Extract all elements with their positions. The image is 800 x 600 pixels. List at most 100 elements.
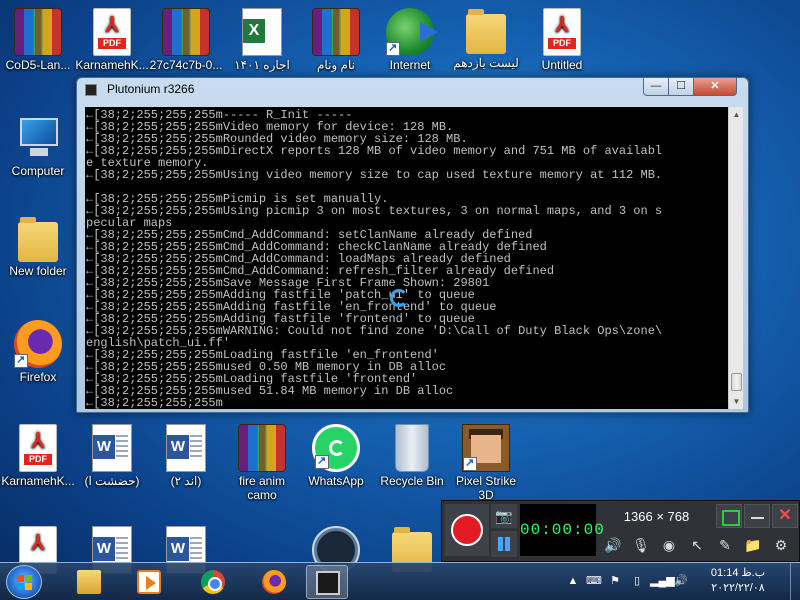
pdf-icon: ⅄ PDF <box>19 424 57 472</box>
desktop-icon-fire-anim[interactable]: fire anim camo <box>224 424 300 502</box>
desktop-icon-label: fire anim camo <box>238 474 285 502</box>
taskbar-app-chrome[interactable] <box>192 565 234 599</box>
console-window[interactable]: Plutonium r3266 — ☐ ✕ ←[38;2;255;255;255… <box>76 77 749 413</box>
speaker-icon[interactable]: 🔊 <box>600 532 626 558</box>
maximize-button[interactable]: ☐ <box>668 78 694 96</box>
console-line: ←[38;2;255;255;255mused 51.84 MB memory … <box>86 385 454 397</box>
console-line: ←[38;2;255;255;255mLoading fastfile 'en_… <box>86 349 439 361</box>
desktop-icon-label: Pixel Strike 3D <box>455 474 517 502</box>
desktop-icon-label: (حضشت ا) <box>84 474 140 488</box>
console-line: ←[38;2;255;255;255m----- R_Init ----- <box>86 109 353 121</box>
scroll-thumb[interactable] <box>731 373 742 391</box>
recorder-minimize-button[interactable] <box>744 504 770 528</box>
desktop-icon-word-2[interactable]: W (اند ۲) <box>148 424 224 488</box>
desktop-icon-internet[interactable]: Internet <box>372 8 448 72</box>
minimize-button[interactable]: — <box>643 78 669 96</box>
vertical-scrollbar[interactable]: ▲ ▼ <box>728 107 743 409</box>
recording-timer: 00:00:00 <box>520 504 604 556</box>
console-line: pecular maps <box>86 217 173 229</box>
desktop-icon-new-folder[interactable]: New folder <box>0 216 76 278</box>
pointer-icon[interactable]: ↖ <box>684 532 710 558</box>
desktop-icon-karnameh-2[interactable]: ⅄ PDF KarnamehK... <box>0 424 76 488</box>
taskbar-app-console[interactable] <box>306 565 348 599</box>
recycle-bin-icon <box>395 424 429 472</box>
taskbar-app-explorer[interactable] <box>68 565 110 599</box>
record-icon <box>451 514 483 546</box>
show-hidden-icons-icon[interactable]: ▲ <box>566 574 580 588</box>
recorder-tools: 🔊 🎙 ◉ ↖ ✎ 📁 ⚙ <box>600 532 798 558</box>
pause-button[interactable] <box>491 531 517 557</box>
desktop-icon-pixel-strike[interactable]: Pixel Strike 3D <box>448 424 524 502</box>
desktop-icon-whatsapp[interactable]: WhatsApp <box>298 424 374 488</box>
desktop-icon-label: WhatsApp <box>308 474 364 488</box>
show-desktop-button[interactable] <box>790 563 800 600</box>
microphone-icon[interactable]: 🎙 <box>628 532 654 558</box>
record-button[interactable] <box>445 504 489 556</box>
console-line: ←[38;2;255;255;255m <box>86 397 223 409</box>
pdf-icon: ⅄ PDF <box>543 8 581 56</box>
desktop-icon-karnameh-1[interactable]: ⅄ PDF KarnamehK... <box>74 8 150 72</box>
start-button[interactable] <box>6 565 42 599</box>
scroll-down-arrow-icon[interactable]: ▼ <box>729 394 744 409</box>
volume-icon[interactable]: 🔊 <box>674 574 688 588</box>
title-bar[interactable]: Plutonium r3266 — ☐ ✕ <box>77 78 748 102</box>
screenshot-button[interactable]: 📷 <box>491 504 517 528</box>
desktop-icon-firefox[interactable]: Firefox <box>0 320 76 384</box>
clock[interactable]: ب.ظ 01:14 ۲۰۲۲/۲۲/۰۸ <box>696 566 780 596</box>
desktop-icon-untitled[interactable]: ⅄ PDF Untitled <box>524 8 600 72</box>
desktop-icon-27c74c7b[interactable]: 27c74c7b-0... <box>148 8 224 72</box>
settings-icon[interactable]: ⚙ <box>768 532 794 558</box>
shortcut-arrow-icon <box>14 353 28 368</box>
desktop-icon-label: Internet <box>389 58 431 72</box>
folder-icon[interactable]: 📁 <box>740 532 766 558</box>
close-button[interactable]: ✕ <box>693 78 737 96</box>
screen-recorder-toolbar: 📷 00:00:00 1366 × 768 ✕ 🔊 🎙 ◉ ↖ ✎ 📁 ⚙ <box>441 500 800 562</box>
game-icon <box>462 424 510 472</box>
desktop-icon-label: KarnamehK... <box>75 58 149 72</box>
internet-download-icon <box>386 8 438 56</box>
desktop-icon-ejare[interactable]: X اجاره ۱۴۰۱ <box>224 8 300 72</box>
folder-icon <box>466 9 506 54</box>
winrar-icon <box>238 424 286 472</box>
desktop-icon-computer[interactable]: Computer <box>0 114 76 178</box>
console-line: ←[38;2;255;255;255mCmd_AddCommand: refre… <box>86 265 555 277</box>
console-line: e texture memory. <box>86 157 209 169</box>
console-line: ←[38;2;255;255;255mUsing picmip 3 on mos… <box>86 205 663 217</box>
folder-icon <box>18 217 58 262</box>
console-line: ←[38;2;255;255;255mCmd_AddCommand: loadM… <box>86 253 511 265</box>
winrar-icon <box>14 8 62 56</box>
action-center-flag-icon[interactable]: ⚑ <box>608 574 622 588</box>
word-icon: W <box>92 424 132 472</box>
folder-icon <box>77 570 101 594</box>
keyboard-language-icon[interactable]: ⌨ <box>586 574 602 588</box>
network-signal-icon[interactable]: ▂▄▆ <box>650 574 675 588</box>
excel-icon: X <box>242 8 282 56</box>
console-line: english\patch_ui.ff' <box>86 337 231 349</box>
resolution-label: 1366 × 768 <box>623 509 690 524</box>
desktop-icon-label: Recycle Bin <box>380 474 444 488</box>
select-region-button[interactable] <box>716 504 742 528</box>
busy-cursor-icon <box>390 289 408 307</box>
console-icon <box>316 571 340 595</box>
pen-icon[interactable]: ✎ <box>712 532 738 558</box>
webcam-icon[interactable]: ◉ <box>656 532 682 558</box>
desktop-icon-cod5-lan[interactable]: CoD5-Lan... <box>0 8 76 72</box>
desktop-icon-recycle-bin[interactable]: Recycle Bin <box>374 424 450 488</box>
scroll-up-arrow-icon[interactable]: ▲ <box>729 107 744 122</box>
console-line: ←[38;2;255;255;255mVideo memory for devi… <box>86 121 454 133</box>
clock-date: ۲۰۲۲/۲۲/۰۸ <box>711 582 765 594</box>
desktop-icon-nam[interactable]: نام ونام <box>298 8 374 72</box>
firefox-icon <box>262 570 286 594</box>
desktop-icon-word-1[interactable]: W (حضشت ا) <box>74 424 150 488</box>
battery-icon[interactable]: ▯ <box>630 574 644 588</box>
desktop-icon-list[interactable]: لیست یازدهم <box>448 8 524 70</box>
winrar-icon <box>162 8 210 56</box>
taskbar-app-firefox[interactable] <box>253 565 295 599</box>
recorder-close-button[interactable]: ✕ <box>772 504 798 528</box>
console-output[interactable]: ←[38;2;255;255;255m----- R_Init ----- ←[3… <box>85 107 728 409</box>
pdf-icon: ⅄ PDF <box>93 8 131 56</box>
taskbar-app-media-player[interactable] <box>128 565 170 599</box>
desktop-icon-label: Firefox <box>19 370 57 384</box>
desktop-icon-label: 27c74c7b-0... <box>149 58 223 72</box>
